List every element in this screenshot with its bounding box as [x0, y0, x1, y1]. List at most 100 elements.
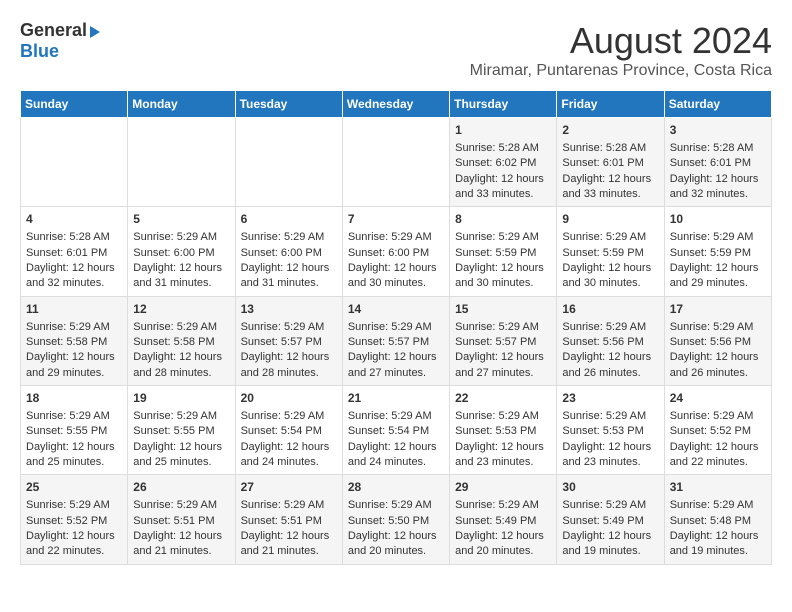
calendar-cell [128, 118, 235, 207]
cell-content: Sunrise: 5:29 AM [133, 498, 229, 513]
cell-content: Sunset: 6:01 PM [562, 156, 658, 171]
location-subtitle: Miramar, Puntarenas Province, Costa Rica [470, 62, 772, 80]
calendar-cell [342, 118, 449, 207]
cell-content: Sunset: 5:53 PM [562, 424, 658, 439]
cell-content: Sunrise: 5:29 AM [670, 320, 766, 335]
calendar-body: 1 Sunrise: 5:28 AM Sunset: 6:02 PM Daylight… [21, 118, 772, 565]
cell-content: Daylight: 12 hours and 19 minutes. [670, 529, 766, 560]
day-number: 30 [562, 479, 658, 496]
calendar-cell: 18Sunrise: 5:29 AMSunset: 5:55 PMDayligh… [21, 386, 128, 475]
calendar-cell: 6Sunrise: 5:29 AMSunset: 6:00 PMDaylight… [235, 207, 342, 296]
calendar-header: SundayMondayTuesdayWednesdayThursdayFrid… [21, 91, 772, 118]
day-number: 22 [455, 390, 551, 407]
logo-general-text: General [20, 20, 87, 41]
cell-content: Sunset: 6:01 PM [670, 156, 766, 171]
cell-content: Daylight: 12 hours and 31 minutes. [241, 261, 337, 292]
cell-content: Sunset: 5:59 PM [670, 246, 766, 261]
cell-content: Sunrise: 5:29 AM [241, 409, 337, 424]
day-number: 27 [241, 479, 337, 496]
cell-content: Sunrise: 5:29 AM [670, 498, 766, 513]
day-number: 8 [455, 211, 551, 228]
day-number: 17 [670, 301, 766, 318]
cell-content: Sunset: 5:54 PM [241, 424, 337, 439]
cell-content: Daylight: 12 hours and 31 minutes. [133, 261, 229, 292]
title-block: August 2024 Miramar, Puntarenas Province… [470, 20, 772, 80]
calendar-cell: 19Sunrise: 5:29 AMSunset: 5:55 PMDayligh… [128, 386, 235, 475]
day-number: 12 [133, 301, 229, 318]
day-number: 4 [26, 211, 122, 228]
cell-content: Sunrise: 5:29 AM [562, 320, 658, 335]
cell-content: Sunset: 5:52 PM [670, 424, 766, 439]
cell-content: Sunset: 5:57 PM [348, 335, 444, 350]
cell-content: Sunrise: 5:28 AM [670, 141, 766, 156]
calendar-cell: 31Sunrise: 5:29 AMSunset: 5:48 PMDayligh… [664, 475, 771, 564]
day-number: 23 [562, 390, 658, 407]
day-number: 6 [241, 211, 337, 228]
day-number: 18 [26, 390, 122, 407]
header-row: SundayMondayTuesdayWednesdayThursdayFrid… [21, 91, 772, 118]
day-number: 28 [348, 479, 444, 496]
day-number: 1 [455, 122, 551, 139]
calendar-cell: 13Sunrise: 5:29 AMSunset: 5:57 PMDayligh… [235, 296, 342, 385]
cell-content: Sunset: 5:57 PM [455, 335, 551, 350]
cell-content: Sunset: 5:59 PM [455, 246, 551, 261]
calendar-cell: 25Sunrise: 5:29 AMSunset: 5:52 PMDayligh… [21, 475, 128, 564]
calendar-cell: 5Sunrise: 5:29 AMSunset: 6:00 PMDaylight… [128, 207, 235, 296]
cell-content: Daylight: 12 hours and 22 minutes. [670, 440, 766, 471]
cell-content: Daylight: 12 hours and 22 minutes. [26, 529, 122, 560]
calendar-cell: 4Sunrise: 5:28 AMSunset: 6:01 PMDaylight… [21, 207, 128, 296]
cell-content: Sunrise: 5:29 AM [133, 320, 229, 335]
cell-content: Daylight: 12 hours and 28 minutes. [241, 350, 337, 381]
calendar-cell: 24Sunrise: 5:29 AMSunset: 5:52 PMDayligh… [664, 386, 771, 475]
header-day-thursday: Thursday [450, 91, 557, 118]
calendar-cell: 14 Sunrise: 5:29 AMSunset: 5:57 PMDayligh… [342, 296, 449, 385]
cell-content: Sunrise: 5:29 AM [562, 409, 658, 424]
cell-content: Sunrise: 5:29 AM [562, 230, 658, 245]
day-number: 13 [241, 301, 337, 318]
cell-content: Sunrise: 5:29 AM [133, 409, 229, 424]
cell-content: Sunset: 5:55 PM [26, 424, 122, 439]
cell-content: Daylight: 12 hours and 27 minutes. [348, 350, 444, 381]
day-number: 29 [455, 479, 551, 496]
cell-content: Sunset: 5:58 PM [26, 335, 122, 350]
calendar-cell: 8Sunrise: 5:29 AMSunset: 5:59 PMDaylight… [450, 207, 557, 296]
cell-content: Daylight: 12 hours and 28 minutes. [133, 350, 229, 381]
cell-content: Sunset: 5:55 PM [133, 424, 229, 439]
calendar-cell: 23Sunrise: 5:29 AMSunset: 5:53 PMDayligh… [557, 386, 664, 475]
header-day-monday: Monday [128, 91, 235, 118]
logo-blue-text: Blue [20, 41, 59, 62]
cell-content: Daylight: 12 hours and 29 minutes. [26, 350, 122, 381]
day-number: 25 [26, 479, 122, 496]
day-number: 14 [348, 301, 444, 318]
header-day-wednesday: Wednesday [342, 91, 449, 118]
calendar-cell: 9Sunrise: 5:29 AMSunset: 5:59 PMDaylight… [557, 207, 664, 296]
cell-content: Sunset: 5:57 PM [241, 335, 337, 350]
calendar-cell: 21Sunrise: 5:29 AMSunset: 5:54 PMDayligh… [342, 386, 449, 475]
calendar-cell: 3Sunrise: 5:28 AMSunset: 6:01 PMDaylight… [664, 118, 771, 207]
day-number: 20 [241, 390, 337, 407]
cell-content: Sunset: 6:02 PM [455, 156, 551, 171]
day-number: 24 [670, 390, 766, 407]
cell-content: Sunrise: 5:29 AM [455, 320, 551, 335]
cell-content: Sunset: 5:56 PM [562, 335, 658, 350]
calendar-cell: 27Sunrise: 5:29 AMSunset: 5:51 PMDayligh… [235, 475, 342, 564]
day-number: 5 [133, 211, 229, 228]
cell-content: Daylight: 12 hours and 32 minutes. [670, 172, 766, 203]
day-number: 16 [562, 301, 658, 318]
calendar-cell: 16 Sunrise: 5:29 AMSunset: 5:56 PMDayligh… [557, 296, 664, 385]
cell-content: Sunset: 5:53 PM [455, 424, 551, 439]
cell-content: Sunset: 5:58 PM [133, 335, 229, 350]
calendar-cell: 22Sunrise: 5:29 AMSunset: 5:53 PMDayligh… [450, 386, 557, 475]
cell-content: Sunrise: 5:29 AM [241, 498, 337, 513]
cell-content: Sunrise: 5:29 AM [348, 320, 444, 335]
cell-content: Sunrise: 5:29 AM [348, 230, 444, 245]
calendar-cell: 7Sunrise: 5:29 AMSunset: 6:00 PMDaylight… [342, 207, 449, 296]
cell-content: Sunrise: 5:28 AM [26, 230, 122, 245]
cell-content: Sunset: 5:51 PM [133, 514, 229, 529]
cell-content: Sunset: 5:52 PM [26, 514, 122, 529]
calendar-cell: 15Sunrise: 5:29 AMSunset: 5:57 PMDayligh… [450, 296, 557, 385]
day-number: 2 [562, 122, 658, 139]
day-number: 26 [133, 479, 229, 496]
cell-content: Daylight: 12 hours and 26 minutes. [562, 350, 658, 381]
cell-content: Daylight: 12 hours and 21 minutes. [241, 529, 337, 560]
